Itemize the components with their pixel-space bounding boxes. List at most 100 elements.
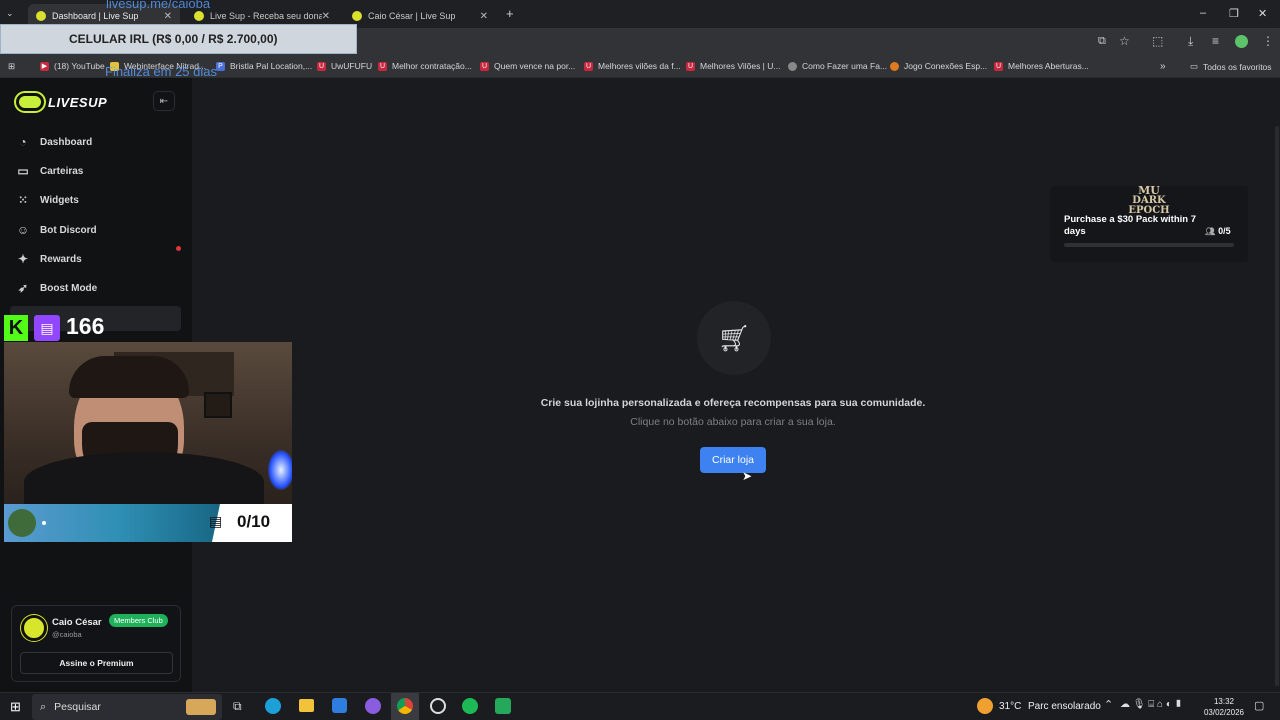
avatar[interactable] <box>21 615 47 641</box>
logo-mark-icon <box>16 93 44 111</box>
bookmark-item[interactable]: U Melhores Vilões | U... <box>686 61 780 71</box>
uwufufu-icon: U <box>584 61 593 71</box>
bookmark-label: Melhores Aberturas... <box>1008 61 1089 71</box>
sub-goal-count: 0/10 <box>237 512 271 531</box>
livesup-favicon-icon <box>36 11 46 21</box>
clock[interactable]: 13:32 03/02/2026 <box>1200 696 1248 718</box>
media-control-icon[interactable]: ≡ <box>1212 34 1219 48</box>
tray-chevron-icon[interactable]: ⌃ <box>1104 698 1113 711</box>
sidebar-item-boost-mode[interactable]: ➶ Boost Mode <box>16 277 97 299</box>
dot <box>42 521 46 525</box>
bookmark-item[interactable]: P Bristla Pal Location,... <box>216 61 312 71</box>
main-content: 🛒︎ Crie sua lojinha personalizada e ofer… <box>192 78 1280 692</box>
sidebar-item-dashboard[interactable]: ◔ Dashboard <box>16 131 92 153</box>
tab-title: Caio César | Live Sup <box>368 11 456 21</box>
file-explorer-icon[interactable] <box>299 699 314 712</box>
spotify-icon[interactable] <box>462 698 478 714</box>
logo-text: LIVESUP <box>48 94 108 110</box>
all-bookmarks[interactable]: ▭ Todos os favoritos <box>1190 61 1272 72</box>
palworld-icon: P <box>216 61 225 71</box>
users-icon: 👥︎ <box>1205 227 1216 236</box>
edge-icon[interactable] <box>265 698 281 714</box>
collapse-sidebar-button[interactable]: ⇤ <box>153 91 175 111</box>
app-icon[interactable] <box>495 698 511 714</box>
close-tab-icon[interactable]: ✕ <box>322 11 330 22</box>
sidebar-item-rewards[interactable]: ✦ Rewards <box>16 248 82 270</box>
user-name: Caio César <box>52 617 102 628</box>
bookmark-item[interactable]: Como Fazer uma Fa... <box>788 61 887 71</box>
rocket-icon: ➶ <box>17 281 29 295</box>
bookmark-item[interactable]: U Melhor contratação... <box>378 61 472 71</box>
store-icon[interactable] <box>332 698 347 713</box>
discord-app-icon[interactable] <box>365 698 381 714</box>
promo-text: Purchase a $30 Pack within 7 days <box>1064 214 1197 237</box>
obs-icon[interactable] <box>430 698 446 714</box>
goal-text: CELULAR IRL (R$ 0,00 / R$ 2.700,00) <box>69 32 278 46</box>
youtube-icon: ▶ <box>40 61 49 71</box>
viewer-count: 166 <box>66 313 105 339</box>
windows-start-icon[interactable]: ⊞ <box>10 699 21 715</box>
tab-title: Live Sup - Receba seu donate d <box>210 11 322 21</box>
sidebar-item-carteiras[interactable]: ▭ Carteiras <box>16 160 83 182</box>
downloads-icon[interactable]: ⤓ <box>1188 34 1193 49</box>
bookmark-item[interactable]: U Melhores vilões da f... <box>584 61 681 71</box>
scrollbar[interactable] <box>1275 126 1279 686</box>
tray-icons[interactable]: ☁ 🎙︎ ⌸ ⌂ ◐ ▮ <box>1120 699 1182 710</box>
tab-caio-cesar[interactable]: Caio César | Live Sup ✕ <box>344 4 496 28</box>
tab-list-chevron-icon[interactable]: ⌄ <box>6 8 14 19</box>
game-icon <box>890 61 899 71</box>
criar-loja-button[interactable]: Criar loja <box>700 447 766 473</box>
bookmark-item[interactable]: U Melhores Aberturas... <box>994 61 1089 71</box>
sidebar-item-widgets[interactable]: ⁙ Widgets <box>16 189 79 211</box>
bookmark-item[interactable]: ▶ (18) YouTube <box>40 61 105 71</box>
close-tab-icon[interactable]: ✕ <box>480 11 488 22</box>
hair <box>69 356 189 398</box>
restore-icon[interactable]: ❐ <box>1229 7 1239 20</box>
widgets-icon: ⁙ <box>17 193 29 207</box>
sidebar-item-bot-discord[interactable]: ☺ Bot Discord <box>16 219 97 241</box>
cart-icon: 🛒︎ <box>697 301 771 375</box>
premium-button[interactable]: Assine o Premium <box>20 652 173 674</box>
blue-light <box>268 450 292 490</box>
weather-desc[interactable]: Parc ensolarado <box>1028 701 1101 712</box>
notification-center-icon[interactable]: ▢ <box>1254 699 1264 712</box>
promo-progress-bar <box>1064 243 1234 247</box>
empty-state-subtitle: Clique no botão abaixo para criar a sua … <box>630 416 836 428</box>
wallet-icon: ▭ <box>17 164 29 178</box>
install-app-icon[interactable]: ⧉ <box>1098 35 1106 48</box>
profile-avatar[interactable] <box>1235 35 1248 48</box>
promo-widget: MU DARK EPOCH Purchase a $30 Pack within… <box>1050 185 1248 262</box>
apps-grid-icon[interactable]: ⊞ <box>8 61 15 72</box>
close-tab-icon[interactable]: ✕ <box>164 11 172 22</box>
sub-goal-overlay: ▤ 0/10 <box>4 504 292 542</box>
webcam-feed <box>4 342 292 504</box>
minimize-icon[interactable]: – <box>1200 7 1206 19</box>
uwufufu-icon: U <box>480 61 489 71</box>
sidebar-item-label: Bot Discord <box>40 224 97 236</box>
bookmark-item[interactable]: U Quem vence na por... <box>480 61 575 71</box>
empty-state-title: Crie sua lojinha personalizada e ofereça… <box>540 397 926 409</box>
all-bookmarks-label: Todos os favoritos <box>1203 61 1272 72</box>
livesup-favicon-icon <box>194 11 204 21</box>
more-bookmarks-icon[interactable]: » <box>1160 61 1166 72</box>
bookmark-label: Melhores vilões da f... <box>598 61 681 71</box>
close-window-icon[interactable]: ✕ <box>1258 7 1267 20</box>
mu-logo: MU DARK EPOCH <box>1112 185 1186 216</box>
task-view-icon[interactable]: ⧉ <box>233 699 242 714</box>
bookmark-label: (18) YouTube <box>54 61 105 71</box>
bookmark-item[interactable]: U UwUFUFU <box>317 61 372 71</box>
taskbar-search[interactable]: ⌕ Pesquisar <box>32 694 222 720</box>
globe-icon <box>788 61 797 71</box>
collapse-arrow-icon: ⇤ <box>159 95 169 107</box>
new-tab-button[interactable]: + <box>506 6 514 21</box>
browser-menu-icon[interactable]: ⋮ <box>1262 34 1274 48</box>
extensions-icon[interactable]: ⬚ <box>1152 34 1163 48</box>
search-highlight-icon <box>186 699 216 715</box>
weather-temp[interactable]: 31°C <box>999 701 1021 712</box>
members-club-badge: Members Club <box>109 614 168 627</box>
chrome-taskbar-active[interactable] <box>391 693 419 720</box>
shirt <box>24 452 264 504</box>
bookmark-item[interactable]: Jogo Conexões Esp... <box>890 61 987 71</box>
livesup-logo[interactable]: LIVESUP <box>16 93 107 111</box>
bookmark-star-icon[interactable]: ☆ <box>1119 34 1130 48</box>
